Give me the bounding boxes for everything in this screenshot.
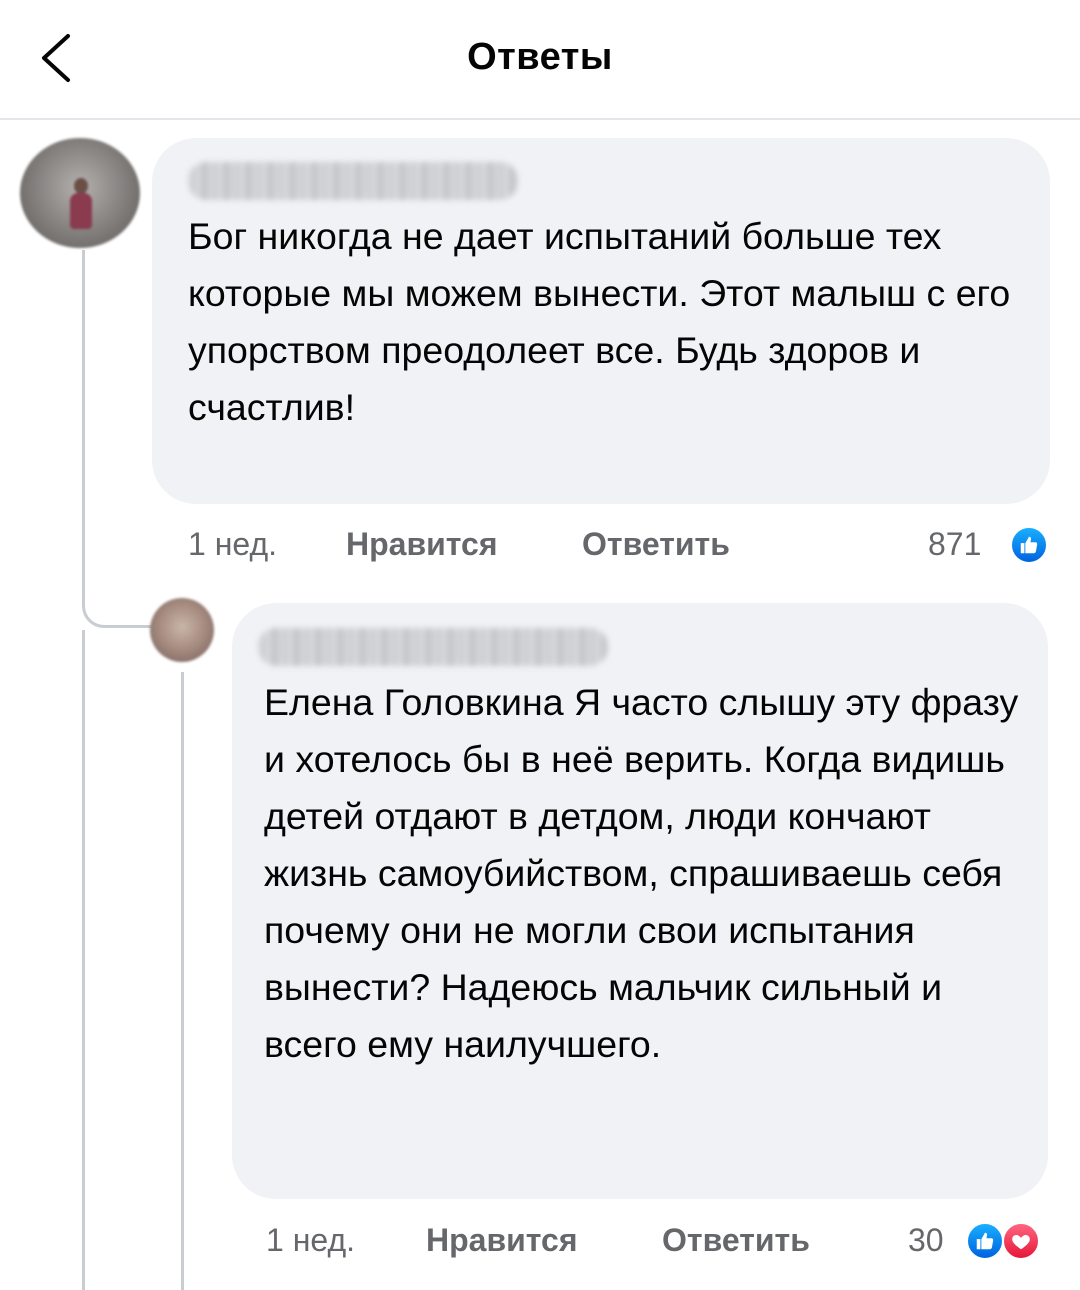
- thread-line-main: [82, 250, 85, 600]
- top-bar: Ответы: [0, 0, 1080, 120]
- reaction-count[interactable]: 871: [928, 526, 981, 563]
- comment-text: Бог никогда не дает испытаний больше тех…: [188, 215, 1011, 428]
- like-button[interactable]: Нравится: [346, 526, 498, 563]
- thread-line-reply: [181, 672, 184, 1290]
- reply-button[interactable]: Ответить: [662, 1222, 810, 1259]
- reply-button[interactable]: Ответить: [582, 526, 730, 563]
- avatar[interactable]: [150, 598, 214, 662]
- author-name-blurred[interactable]: [258, 628, 608, 666]
- comment-time[interactable]: 1 нед.: [266, 1222, 355, 1259]
- thread-connector: [82, 578, 162, 628]
- avatar[interactable]: [20, 138, 140, 248]
- comment-time[interactable]: 1 нед.: [188, 526, 277, 563]
- thread-line-main-lower: [82, 630, 85, 1290]
- page-title: Ответы: [467, 36, 613, 78]
- comment-text: Елена Головкина Я часто слышу эту фразу …: [264, 681, 1019, 1065]
- like-button[interactable]: Нравится: [426, 1222, 578, 1259]
- like-reaction-icon[interactable]: [1010, 526, 1048, 564]
- author-name-blurred[interactable]: [188, 162, 518, 200]
- reaction-count[interactable]: 30: [908, 1222, 944, 1259]
- like-reaction-icon[interactable]: [966, 1222, 1004, 1260]
- love-reaction-icon[interactable]: [1002, 1222, 1040, 1260]
